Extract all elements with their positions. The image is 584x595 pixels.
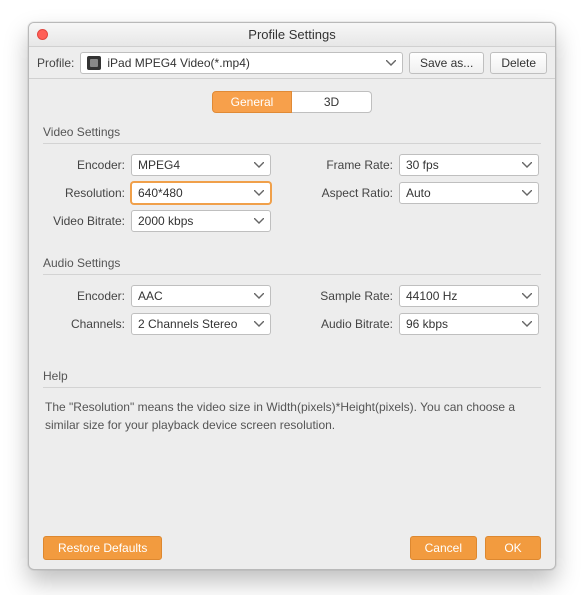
chevron-down-icon bbox=[522, 162, 532, 168]
aspect-ratio-label: Aspect Ratio: bbox=[311, 186, 399, 200]
content-area: General 3D Video Settings Encoder: MPEG4… bbox=[29, 79, 555, 434]
profile-value: iPad MPEG4 Video(*.mp4) bbox=[107, 56, 250, 70]
tab-general[interactable]: General bbox=[212, 91, 292, 113]
video-grid: Encoder: MPEG4 Frame Rate: 30 fps Resolu… bbox=[43, 154, 541, 232]
help-text: The "Resolution" means the video size in… bbox=[43, 398, 541, 434]
sample-rate-label: Sample Rate: bbox=[311, 289, 399, 303]
chevron-down-icon bbox=[254, 218, 264, 224]
titlebar: Profile Settings bbox=[29, 23, 555, 47]
tab-3d[interactable]: 3D bbox=[292, 91, 372, 113]
profile-settings-window: Profile Settings Profile: iPad MPEG4 Vid… bbox=[28, 22, 556, 570]
divider bbox=[43, 143, 541, 144]
audio-bitrate-combo[interactable]: 96 kbps bbox=[399, 313, 539, 335]
divider bbox=[43, 387, 541, 388]
sample-rate-combo[interactable]: 44100 Hz bbox=[399, 285, 539, 307]
channels-combo[interactable]: 2 Channels Stereo bbox=[131, 313, 271, 335]
chevron-down-icon bbox=[522, 293, 532, 299]
ok-button[interactable]: OK bbox=[485, 536, 541, 560]
frame-rate-combo[interactable]: 30 fps bbox=[399, 154, 539, 176]
video-section-title: Video Settings bbox=[43, 125, 541, 139]
footer: Restore Defaults Cancel OK bbox=[29, 527, 555, 569]
chevron-down-icon bbox=[254, 293, 264, 299]
audio-encoder-combo[interactable]: AAC bbox=[131, 285, 271, 307]
resolution-combo[interactable]: 640*480 bbox=[131, 182, 271, 204]
help-section-title: Help bbox=[43, 369, 541, 383]
audio-section-title: Audio Settings bbox=[43, 256, 541, 270]
aspect-ratio-combo[interactable]: Auto bbox=[399, 182, 539, 204]
close-icon[interactable] bbox=[37, 29, 48, 40]
profile-toolbar: Profile: iPad MPEG4 Video(*.mp4) Save as… bbox=[29, 47, 555, 79]
profile-label: Profile: bbox=[37, 56, 74, 70]
frame-rate-label: Frame Rate: bbox=[311, 158, 399, 172]
tab-bar: General 3D bbox=[43, 91, 541, 113]
delete-button[interactable]: Delete bbox=[490, 52, 547, 74]
chevron-down-icon bbox=[522, 321, 532, 327]
restore-defaults-button[interactable]: Restore Defaults bbox=[43, 536, 162, 560]
profile-device-icon bbox=[87, 56, 101, 70]
profile-select[interactable]: iPad MPEG4 Video(*.mp4) bbox=[80, 52, 403, 74]
audio-grid: Encoder: AAC Sample Rate: 44100 Hz Chann… bbox=[43, 285, 541, 335]
cancel-button[interactable]: Cancel bbox=[410, 536, 477, 560]
chevron-down-icon bbox=[254, 162, 264, 168]
video-encoder-combo[interactable]: MPEG4 bbox=[131, 154, 271, 176]
window-title: Profile Settings bbox=[29, 27, 555, 42]
audio-bitrate-label: Audio Bitrate: bbox=[311, 317, 399, 331]
help-section: Help The "Resolution" means the video si… bbox=[43, 369, 541, 434]
audio-encoder-label: Encoder: bbox=[43, 289, 131, 303]
window-controls bbox=[37, 29, 48, 40]
video-bitrate-combo[interactable]: 2000 kbps bbox=[131, 210, 271, 232]
chevron-down-icon bbox=[386, 60, 396, 66]
chevron-down-icon bbox=[522, 190, 532, 196]
chevron-down-icon bbox=[254, 190, 264, 196]
save-as-button[interactable]: Save as... bbox=[409, 52, 484, 74]
divider bbox=[43, 274, 541, 275]
resolution-label: Resolution: bbox=[43, 186, 131, 200]
channels-label: Channels: bbox=[43, 317, 131, 331]
chevron-down-icon bbox=[254, 321, 264, 327]
video-bitrate-label: Video Bitrate: bbox=[43, 214, 131, 228]
video-encoder-label: Encoder: bbox=[43, 158, 131, 172]
